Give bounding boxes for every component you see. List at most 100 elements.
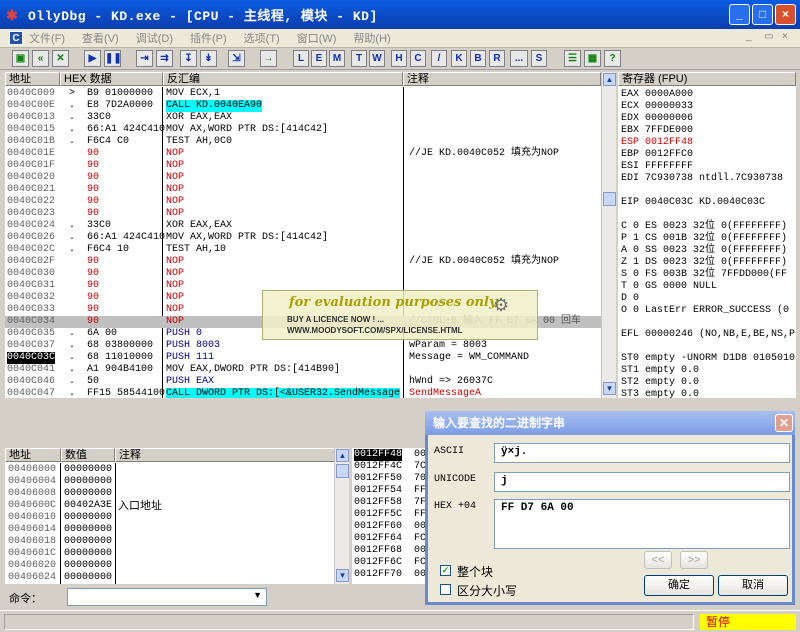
disasm-row[interactable]: 0040C037. 68 03800000 PUSH 8003 wParam = 80…	[5, 340, 601, 352]
disasm-row[interactable]: 0040C024. 33C0 XOR EAX,EAX	[5, 220, 601, 232]
dump-address[interactable]: 00406000	[8, 464, 56, 476]
register-row[interactable]: S 0 FS 003B 32位 7FFDD000(FF	[621, 269, 787, 281]
menu-plugins[interactable]: 插件(P)	[190, 30, 227, 46]
disasm-row[interactable]: 0040C046. 50 PUSH EAX hWnd => 26037C	[5, 376, 601, 388]
close-button[interactable]: ×	[775, 4, 796, 25]
run-trace-button[interactable]: ...	[510, 50, 528, 67]
stack-address[interactable]: 0012FF48	[354, 449, 403, 461]
dump-value[interactable]: 00000000	[64, 524, 112, 536]
menu-help[interactable]: 帮助(H)	[353, 30, 390, 46]
dump-value[interactable]: 00000000	[64, 464, 112, 476]
dump-value[interactable]: 00000000	[64, 560, 112, 572]
disasm-header-comment[interactable]: 注释	[403, 72, 601, 86]
disasm-row[interactable]: 0040C03C. 68 11010000 PUSH 111 Message = WM…	[5, 352, 601, 364]
breakpoints-button[interactable]: B	[470, 50, 486, 67]
scroll-thumb[interactable]	[336, 464, 349, 478]
dump-address[interactable]: 00406004	[8, 476, 56, 488]
step-into-icon[interactable]: ⇥	[136, 50, 153, 67]
dialog-close-button[interactable]: ✕	[775, 414, 793, 432]
dump-value[interactable]: 00402A3E	[64, 500, 112, 512]
source-button[interactable]: S	[531, 50, 547, 67]
log-window-button[interactable]: L	[293, 50, 309, 67]
menu-debug[interactable]: 调试(D)	[136, 30, 173, 46]
executable-modules-button[interactable]: E	[311, 50, 327, 67]
trace-into-icon[interactable]: ↧	[180, 50, 197, 67]
case-sensitive-checkbox[interactable]	[440, 584, 451, 595]
register-row[interactable]: Z 1 DS 0023 32位 0(FFFFFFFF)	[621, 257, 787, 269]
disasm-row[interactable]: 0040C047. FF15 58544100 CALL DWORD PTR DS:…	[5, 388, 601, 398]
dump-pane[interactable]: 地址 数值 注释 00406000 00000000 00406004 0000000…	[5, 448, 349, 584]
dump-address[interactable]: 00406020	[8, 560, 56, 572]
stack-address[interactable]: 0012FF54	[354, 485, 402, 497]
disasm-row[interactable]: 0040C041. A1 904B4100 MOV EAX,DWORD PTR DS…	[5, 364, 601, 376]
register-row[interactable]: EFL 00000246 (NO,NB,E,BE,NS,P	[621, 329, 795, 341]
dump-value[interactable]: 00000000	[64, 476, 112, 488]
dump-scrollbar[interactable]: ▲ ▼	[334, 448, 349, 584]
dump-value[interactable]: 00000000	[64, 572, 112, 584]
command-input[interactable]: ▼	[67, 588, 267, 606]
disasm-row[interactable]: 0040C026. 66:A1 424C410 MOV AX,WORD PTR DS…	[5, 232, 601, 244]
disasm-row[interactable]: 0040C01B. F6C4 C0 TEST AH,0C0	[5, 136, 601, 148]
dump-address[interactable]: 0040601C	[8, 548, 56, 560]
register-row[interactable]: ST0 empty -UNORM D1D8 0105010	[621, 353, 795, 365]
maximize-button[interactable]: □	[752, 4, 773, 25]
registers-pane[interactable]: 寄存器 (FPU) EAX 0000A000 ECX 00000033 EDX 00…	[618, 72, 796, 398]
ok-button[interactable]: 确定	[644, 575, 714, 596]
threads-button[interactable]: T	[351, 50, 367, 67]
register-row[interactable]: ST2 empty 0.0	[621, 377, 699, 389]
stack-address[interactable]: 0012FF50	[354, 473, 402, 485]
mdi-restore-button[interactable]: ▭	[764, 31, 773, 42]
dump-value[interactable]: 00000000	[64, 536, 112, 548]
dump-address[interactable]: 00406018	[8, 536, 56, 548]
patches-button[interactable]: /	[431, 50, 447, 67]
mdi-close-button[interactable]: ×	[782, 31, 788, 42]
disasm-header-disassembly[interactable]: 反汇编	[163, 72, 403, 86]
menu-file[interactable]: 文件(F)	[29, 30, 65, 46]
cpu-button[interactable]: C	[410, 50, 426, 67]
menu-view[interactable]: 查看(V)	[82, 30, 119, 46]
dump-address[interactable]: 0040600C	[8, 500, 56, 512]
register-row[interactable]: EDI 7C930738 ntdll.7C930738	[621, 173, 783, 185]
stack-address[interactable]: 0012FF70	[354, 569, 402, 581]
menu-window[interactable]: 窗口(W)	[297, 30, 337, 46]
dump-header-comment[interactable]: 注释	[115, 448, 335, 462]
pause-icon[interactable]: ❚❚	[104, 50, 122, 67]
call-stack-button[interactable]: K	[451, 50, 467, 67]
prev-button[interactable]: <<	[644, 551, 672, 569]
help-icon[interactable]: ?	[604, 50, 621, 67]
stack-address[interactable]: 0012FF5C	[354, 509, 402, 521]
disasm-row[interactable]: 0040C020 90 NOP	[5, 172, 601, 184]
open-icon[interactable]: ▣	[12, 50, 29, 67]
disasm-row[interactable]: 0040C030 90 NOP	[5, 268, 601, 280]
register-row[interactable]: O 0 LastErr ERROR_SUCCESS (0	[621, 305, 789, 317]
next-button[interactable]: >>	[680, 551, 708, 569]
stack-address[interactable]: 0012FF6C	[354, 557, 402, 569]
disasm-row[interactable]: 0040C02F 90 NOP //JE KD.0040C052 填充为NOP	[5, 256, 601, 268]
goto-icon[interactable]: →	[260, 50, 277, 67]
cancel-button[interactable]: 取消	[718, 575, 788, 596]
unicode-input[interactable]: j	[494, 472, 790, 492]
trace-over-icon[interactable]: ↡	[200, 50, 217, 67]
list-icon[interactable]: ☰	[564, 50, 581, 67]
disasm-row[interactable]: 0040C01F 90 NOP	[5, 160, 601, 172]
register-row[interactable]: EDX 00000006	[621, 113, 693, 125]
register-row[interactable]: ESI FFFFFFFF	[621, 161, 693, 173]
scroll-up-icon[interactable]: ▲	[336, 449, 349, 462]
stack-pane[interactable]: 0012FF48 00 0012FF4C 7C 0012FF50 70 0012FF54 FF…	[352, 448, 428, 584]
dump-value[interactable]: 00000000	[64, 512, 112, 524]
register-row[interactable]: P 1 CS 001B 32位 0(FFFFFFFF)	[621, 233, 787, 245]
register-row[interactable]: T 0 GS 0000 NULL	[621, 281, 717, 293]
minimize-button[interactable]: _	[729, 4, 750, 25]
register-row[interactable]: EAX 0000A000	[621, 89, 693, 101]
disasm-row[interactable]: 0040C009 > B9 01000000 MOV ECX,1	[5, 88, 601, 100]
register-row[interactable]: ESP 0012FF48	[621, 137, 693, 149]
scroll-down-icon[interactable]: ▼	[336, 569, 349, 582]
menu-options[interactable]: 选项(T)	[244, 30, 280, 46]
chevron-down-icon[interactable]: ▼	[253, 590, 262, 600]
references-button[interactable]: R	[489, 50, 505, 67]
options-icon[interactable]: ▦	[584, 50, 601, 67]
dump-address[interactable]: 00406010	[8, 512, 56, 524]
dump-address[interactable]: 00406008	[8, 488, 56, 500]
disasm-header-hex[interactable]: HEX 数据	[60, 72, 163, 86]
disasm-row[interactable]: 0040C023 90 NOP	[5, 208, 601, 220]
